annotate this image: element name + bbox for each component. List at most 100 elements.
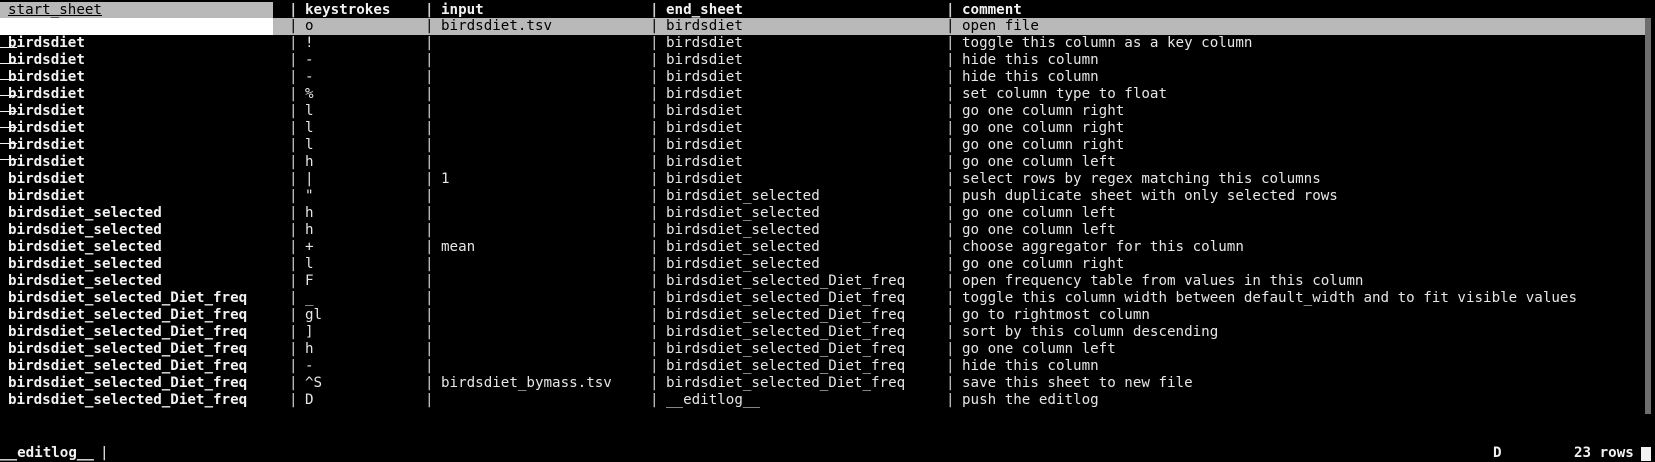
cell-end-sheet[interactable]: birdsdiet_selected bbox=[666, 222, 946, 239]
table-row[interactable]: birdsdiet_selected_Diet_freq | - | | birdsdie… bbox=[0, 358, 1645, 375]
cell-start-sheet[interactable]: birdsdiet bbox=[8, 69, 288, 86]
table-row[interactable]: birdsdiet |! | | birdsdiet | toggle this colum… bbox=[0, 35, 1645, 52]
cell-start-sheet[interactable]: birdsdiet_selected_Diet_freq bbox=[8, 375, 288, 392]
cell-keystrokes[interactable]: l bbox=[305, 103, 425, 120]
cell-end-sheet[interactable]: birdsdiet bbox=[666, 171, 946, 188]
cell-start-sheet[interactable]: birdsdiet bbox=[8, 137, 288, 154]
cell-input[interactable] bbox=[441, 52, 651, 69]
cell-end-sheet[interactable]: birdsdiet_selected_Diet_freq bbox=[666, 358, 946, 375]
cell-start-sheet[interactable]: birdsdiet_selected_Diet_freq bbox=[8, 358, 288, 375]
cell-comment[interactable]: go one column right bbox=[962, 137, 1652, 154]
cell-comment[interactable]: choose aggregator for this column bbox=[962, 239, 1652, 256]
cell-start-sheet[interactable]: birdsdiet bbox=[8, 188, 288, 205]
cell-start-sheet[interactable]: birdsdiet_selected_Diet_freq bbox=[8, 290, 288, 307]
cell-end-sheet[interactable]: birdsdiet bbox=[666, 103, 946, 120]
cell-input[interactable] bbox=[441, 103, 651, 120]
cell-comment[interactable]: select rows by regex matching this colum… bbox=[962, 171, 1652, 188]
cell-start-sheet[interactable]: birdsdiet_selected bbox=[8, 239, 288, 256]
table-row[interactable]: birdsdiet_selected_Diet_freq | _ | | birdsdie… bbox=[0, 290, 1645, 307]
cell-start-sheet[interactable]: birdsdiet_selected_Diet_freq bbox=[8, 324, 288, 341]
cell-input[interactable] bbox=[441, 205, 651, 222]
cell-input[interactable] bbox=[441, 154, 651, 171]
cell-end-sheet[interactable]: birdsdiet bbox=[666, 18, 946, 35]
cell-start-sheet[interactable]: birdsdiet_selected_Diet_freq bbox=[8, 392, 288, 409]
cell-keystrokes[interactable]: - bbox=[305, 69, 425, 86]
cell-keystrokes[interactable]: - bbox=[305, 358, 425, 375]
cell-start-sheet[interactable]: birdsdiet bbox=[8, 120, 288, 137]
cell-start-sheet[interactable]: birdsdiet bbox=[8, 52, 288, 69]
cell-end-sheet[interactable]: birdsdiet_selected_Diet_freq bbox=[666, 273, 946, 290]
cell-keystrokes[interactable]: ! bbox=[305, 35, 425, 52]
cell-keystrokes[interactable]: l bbox=[305, 137, 425, 154]
cell-end-sheet[interactable]: birdsdiet bbox=[666, 86, 946, 103]
cell-comment[interactable]: go one column right bbox=[962, 120, 1652, 137]
cell-end-sheet[interactable]: birdsdiet bbox=[666, 137, 946, 154]
cell-end-sheet[interactable]: birdsdiet_selected bbox=[666, 256, 946, 273]
cell-input[interactable]: 1 bbox=[441, 171, 651, 188]
cell-comment[interactable]: sort by this column descending bbox=[962, 324, 1652, 341]
table-row[interactable]: birdsdiet | l | | birdsdiet | go one column rig… bbox=[0, 120, 1645, 137]
cell-input[interactable] bbox=[441, 307, 651, 324]
cell-comment[interactable]: set column type to float bbox=[962, 86, 1652, 103]
column-header-comment[interactable]: comment bbox=[962, 2, 1652, 19]
cell-end-sheet[interactable]: birdsdiet_selected bbox=[666, 239, 946, 256]
cell-end-sheet[interactable]: birdsdiet bbox=[666, 120, 946, 137]
cell-start-sheet[interactable]: birdsdiet_selected bbox=[8, 273, 288, 290]
cell-input[interactable]: birdsdiet.tsv bbox=[441, 18, 651, 35]
cell-end-sheet[interactable]: birdsdiet_selected_Diet_freq bbox=[666, 324, 946, 341]
cell-input[interactable] bbox=[441, 392, 651, 409]
cell-keystrokes[interactable]: h bbox=[305, 154, 425, 171]
cell-input[interactable] bbox=[441, 273, 651, 290]
table-row[interactable]: birdsdiet_selected_Diet_freq | gl | | birdsdi… bbox=[0, 307, 1645, 324]
cell-keystrokes[interactable]: h bbox=[305, 205, 425, 222]
cell-comment[interactable]: hide this column bbox=[962, 52, 1652, 69]
cell-keystrokes[interactable]: ] bbox=[305, 324, 425, 341]
cell-keystrokes[interactable]: l bbox=[305, 120, 425, 137]
cell-comment[interactable]: push the editlog bbox=[962, 392, 1652, 409]
cell-end-sheet[interactable]: birdsdiet bbox=[666, 154, 946, 171]
table-row[interactable]: birdsdiet_selected_Diet_freq | h | | birdsdie… bbox=[0, 341, 1645, 358]
cell-input[interactable]: birdsdiet_bymass.tsv bbox=[441, 375, 651, 392]
cell-keystrokes[interactable]: " bbox=[305, 188, 425, 205]
table-row[interactable]: birdsdiet | h | | birdsdiet | go one column lef… bbox=[0, 154, 1645, 171]
cell-end-sheet[interactable]: birdsdiet_selected_Diet_freq bbox=[666, 307, 946, 324]
cell-keystrokes[interactable]: % bbox=[305, 86, 425, 103]
cell-comment[interactable]: push duplicate sheet with only selected … bbox=[962, 188, 1652, 205]
table-row-cursor[interactable]: | o | birdsdiet.tsv | birdsdiet | open file bbox=[0, 18, 1645, 35]
cell-comment[interactable]: hide this column bbox=[962, 69, 1652, 86]
cell-keystrokes[interactable]: _ bbox=[305, 290, 425, 307]
table-row[interactable]: birdsdiet_selected_Diet_freq |] | | birdsdie… bbox=[0, 324, 1645, 341]
cell-keystrokes[interactable]: h bbox=[305, 222, 425, 239]
table-row[interactable]: birdsdiet_selected_Diet_freq | D | | __editlo… bbox=[0, 392, 1645, 409]
cell-end-sheet[interactable]: __editlog__ bbox=[666, 392, 946, 409]
cell-comment[interactable]: go one column left bbox=[962, 341, 1652, 358]
table-row[interactable]: birdsdiet_selected | l | | birdsdiet_selected… bbox=[0, 256, 1645, 273]
cell-input[interactable] bbox=[441, 86, 651, 103]
cell-comment[interactable]: open frequency table from values in this… bbox=[962, 273, 1652, 290]
cell-input[interactable] bbox=[441, 222, 651, 239]
table-row[interactable]: birdsdiet |% | | birdsdiet | set column type t… bbox=[0, 86, 1645, 103]
cell-start-sheet[interactable]: birdsdiet bbox=[8, 103, 288, 120]
cell-comment[interactable]: go one column right bbox=[962, 103, 1652, 120]
table-row[interactable]: birdsdiet_selected_Diet_freq | ^S | birdsdie… bbox=[0, 375, 1645, 392]
cell-comment[interactable]: open file bbox=[962, 18, 1652, 35]
cell-input[interactable] bbox=[441, 256, 651, 273]
table-row[interactable]: birdsdiet | l | | birdsdiet | go one column rig… bbox=[0, 137, 1645, 154]
cell-comment[interactable]: save this sheet to new file bbox=[962, 375, 1652, 392]
cell-keystrokes[interactable]: ^S bbox=[305, 375, 425, 392]
cell-input[interactable] bbox=[441, 188, 651, 205]
table-row[interactable]: birdsdiet | - | | birdsdiet | hide this column bbox=[0, 69, 1645, 86]
cell-input[interactable] bbox=[441, 341, 651, 358]
cell-start-sheet[interactable]: birdsdiet_selected bbox=[8, 222, 288, 239]
cell-input[interactable] bbox=[441, 137, 651, 154]
cell-end-sheet[interactable]: birdsdiet_selected_Diet_freq bbox=[666, 375, 946, 392]
cell-input[interactable] bbox=[441, 290, 651, 307]
cell-keystrokes[interactable]: D bbox=[305, 392, 425, 409]
cell-end-sheet[interactable]: birdsdiet_selected bbox=[666, 205, 946, 222]
cell-comment[interactable]: go one column left bbox=[962, 154, 1652, 171]
cell-keystrokes[interactable]: - bbox=[305, 52, 425, 69]
table-row[interactable]: birdsdiet | | | 1 | birdsdiet | select rows by r… bbox=[0, 171, 1645, 188]
cell-start-sheet[interactable]: birdsdiet_selected bbox=[8, 256, 288, 273]
cell-start-sheet[interactable]: birdsdiet bbox=[8, 154, 288, 171]
cell-end-sheet[interactable]: birdsdiet_selected_Diet_freq bbox=[666, 290, 946, 307]
